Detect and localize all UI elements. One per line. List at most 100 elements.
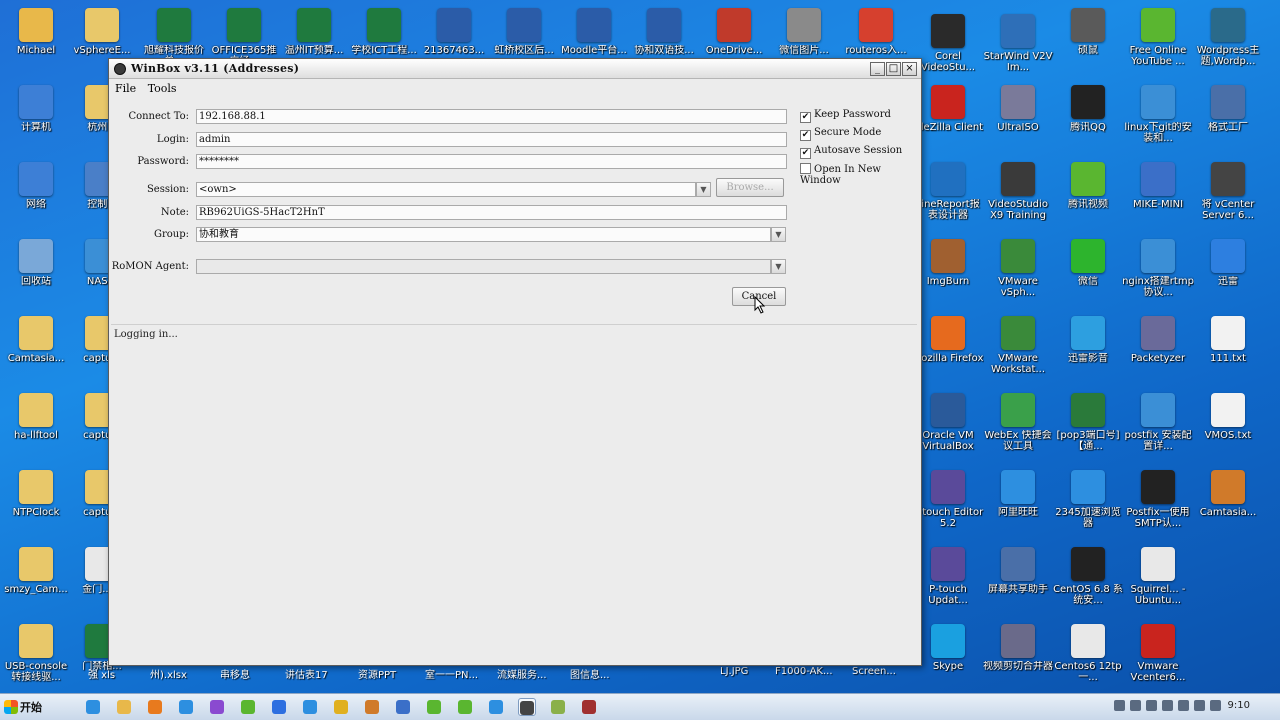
desktop-icon-label[interactable]: 串移息	[220, 666, 250, 681]
desktop-icon[interactable]: 视频剪切合并器	[982, 624, 1054, 672]
desktop-icon-label[interactable]: 图信息...	[570, 666, 610, 681]
desktop-icon[interactable]: Corel VideoStu...	[912, 14, 984, 73]
folder-tray-icon[interactable]	[1162, 700, 1173, 711]
close-button[interactable]: ×	[902, 62, 917, 76]
desktop-icon[interactable]: 腾讯QQ	[1052, 85, 1124, 133]
checkmark-icon[interactable]: ✔	[800, 112, 811, 123]
desktop-icon[interactable]: 腾讯视频	[1052, 162, 1124, 210]
connect-to-input[interactable]: 192.168.88.1	[196, 109, 787, 124]
session-dropdown-arrow-icon[interactable]: ▼	[696, 182, 711, 197]
desktop-icon[interactable]: 回收站	[0, 239, 72, 287]
desktop-icon[interactable]: 阿里旺旺	[982, 470, 1054, 518]
option-checkbox[interactable]: ✔ Autosave Session	[800, 145, 902, 159]
desktop-icon[interactable]: 硕鼠	[1052, 8, 1124, 56]
desktop-icon-label[interactable]: 讲估表17	[285, 666, 328, 681]
desktop-icon[interactable]: 21367463...	[418, 8, 490, 56]
desktop-icon[interactable]: nginx搭建rtmp协议...	[1122, 239, 1194, 298]
desktop-icon[interactable]: 协和双语技...	[628, 8, 700, 56]
desktop-icon[interactable]: 温州IT预算...	[278, 8, 350, 56]
desktop-icon[interactable]: USB-console转接线驱...	[0, 624, 72, 683]
desktop-icon[interactable]: P-touch Editor 5.2	[912, 470, 984, 529]
desktop-icon[interactable]: VMOS.txt	[1192, 393, 1264, 441]
checkmark-icon[interactable]: ✔	[800, 130, 811, 141]
taskbar-app-button[interactable]	[177, 698, 195, 716]
desktop-icon[interactable]: P-touch Updat...	[912, 547, 984, 606]
taskbar-app-button[interactable]	[115, 698, 133, 716]
option-checkbox[interactable]: Open In New Window	[800, 163, 921, 186]
taskbar-app-button[interactable]	[580, 698, 598, 716]
desktop-icon-label[interactable]: 流媒服务...	[497, 666, 547, 681]
desktop-icon[interactable]: [pop3端口号]【通...	[1052, 393, 1124, 452]
desktop-icon[interactable]: postfix 安装配置详...	[1122, 393, 1194, 452]
desktop-icon[interactable]: 微信	[1052, 239, 1124, 287]
desktop-icon[interactable]: StarWind V2V Im...	[982, 14, 1054, 73]
desktop-icon[interactable]: Packetyzer	[1122, 316, 1194, 364]
desktop-icon-label[interactable]: 州).xlsx	[150, 666, 187, 681]
taskbar-app-button[interactable]	[394, 698, 412, 716]
taskbar-app-button[interactable]	[301, 698, 319, 716]
desktop-icon[interactable]: smzy_Cam...	[0, 547, 72, 595]
desktop-icon[interactable]: 网络	[0, 162, 72, 210]
taskbar-app-button[interactable]	[456, 698, 474, 716]
desktop-icon[interactable]: Free Online YouTube ...	[1122, 8, 1194, 67]
desktop-icon-label[interactable]: F1000-AK...	[775, 666, 833, 677]
up-arrow-icon[interactable]	[1114, 700, 1125, 711]
clock[interactable]: 9:10	[1228, 700, 1250, 711]
desktop-icon-label[interactable]: 强 xls	[88, 666, 115, 681]
desktop-icon[interactable]: linux下git的安装和...	[1122, 85, 1194, 144]
desktop-icon-label[interactable]: 室一一PN...	[425, 666, 478, 681]
taskbar-app-button[interactable]	[239, 698, 257, 716]
desktop-icon[interactable]: vSphereE...	[66, 8, 138, 56]
taskbar-app-button[interactable]	[84, 698, 102, 716]
keyboard-icon[interactable]	[1130, 700, 1141, 711]
desktop-icon[interactable]: Michael	[0, 8, 72, 56]
desktop-icon[interactable]: 2345加速浏览器	[1052, 470, 1124, 529]
desktop-icon[interactable]: Postfix一使用SMTP认...	[1122, 470, 1194, 529]
desktop-icon[interactable]: Oracle VM VirtualBox	[912, 393, 984, 452]
desktop-icon-label[interactable]: Screen...	[852, 666, 896, 677]
password-input[interactable]: ********	[196, 154, 787, 169]
desktop-icon[interactable]: 微信图片...	[768, 8, 840, 56]
maximize-button[interactable]: □	[886, 62, 901, 76]
desktop-icon[interactable]: Centos6 12tp一...	[1052, 624, 1124, 683]
desktop-icon[interactable]: FineReport报表设计器	[912, 162, 984, 221]
option-checkbox[interactable]: ✔ Keep Password	[800, 109, 891, 123]
lang-icon[interactable]	[1194, 700, 1205, 711]
login-input[interactable]: admin	[196, 132, 787, 147]
desktop-icon[interactable]: Wordpress主题,Wordp...	[1192, 8, 1264, 67]
taskbar-app-button[interactable]	[208, 698, 226, 716]
desktop-icon[interactable]: OneDrive...	[698, 8, 770, 56]
start-button[interactable]: 开始	[2, 697, 48, 718]
romon-dropdown-arrow-icon[interactable]: ▼	[771, 259, 786, 274]
title-bar[interactable]: WinBox v3.11 (Addresses) _ □ ×	[109, 59, 921, 79]
desktop-icon[interactable]: routeros入...	[840, 8, 912, 56]
group-dropdown-arrow-icon[interactable]: ▼	[771, 227, 786, 242]
volume-icon[interactable]	[1210, 700, 1221, 711]
option-checkbox[interactable]: ✔ Secure Mode	[800, 127, 881, 141]
desktop-icon[interactable]: ha-llftool	[0, 393, 72, 441]
desktop-icon[interactable]: NTPClock	[0, 470, 72, 518]
desktop-icon[interactable]: 111.txt	[1192, 316, 1264, 364]
browse-button[interactable]: Browse...	[716, 178, 784, 197]
desktop-icon[interactable]: FileZilla Client	[912, 85, 984, 133]
desktop-icon[interactable]: ImgBurn	[912, 239, 984, 287]
taskbar-app-button[interactable]	[146, 698, 164, 716]
network-tray-icon[interactable]	[1146, 700, 1157, 711]
desktop-icon[interactable]: MIKE-MINI	[1122, 162, 1194, 210]
desktop-icon[interactable]: Skype	[912, 624, 984, 672]
desktop-icon[interactable]: CentOS 6.8 系统安...	[1052, 547, 1124, 606]
desktop-icon[interactable]: VideoStudio X9 Training	[982, 162, 1054, 221]
desktop-icon[interactable]: Camtasia...	[0, 316, 72, 364]
desktop-icon[interactable]: Vmware Vcenter6...	[1122, 624, 1194, 683]
desktop-icon[interactable]: 将 vCenter Server 6...	[1192, 162, 1264, 221]
taskbar-app-button[interactable]	[549, 698, 567, 716]
session-select[interactable]: <own>	[196, 182, 696, 197]
menu-tools[interactable]: Tools	[148, 82, 177, 95]
desktop-icon[interactable]: 学校ICT工程...	[348, 8, 420, 56]
minimize-button[interactable]: _	[870, 62, 885, 76]
group-select[interactable]: 协和教育	[196, 227, 771, 242]
taskbar-app-button[interactable]	[518, 698, 536, 716]
taskbar-app-button[interactable]	[487, 698, 505, 716]
speaker-icon[interactable]	[1178, 700, 1189, 711]
desktop-icon[interactable]: Camtasia...	[1192, 470, 1264, 518]
